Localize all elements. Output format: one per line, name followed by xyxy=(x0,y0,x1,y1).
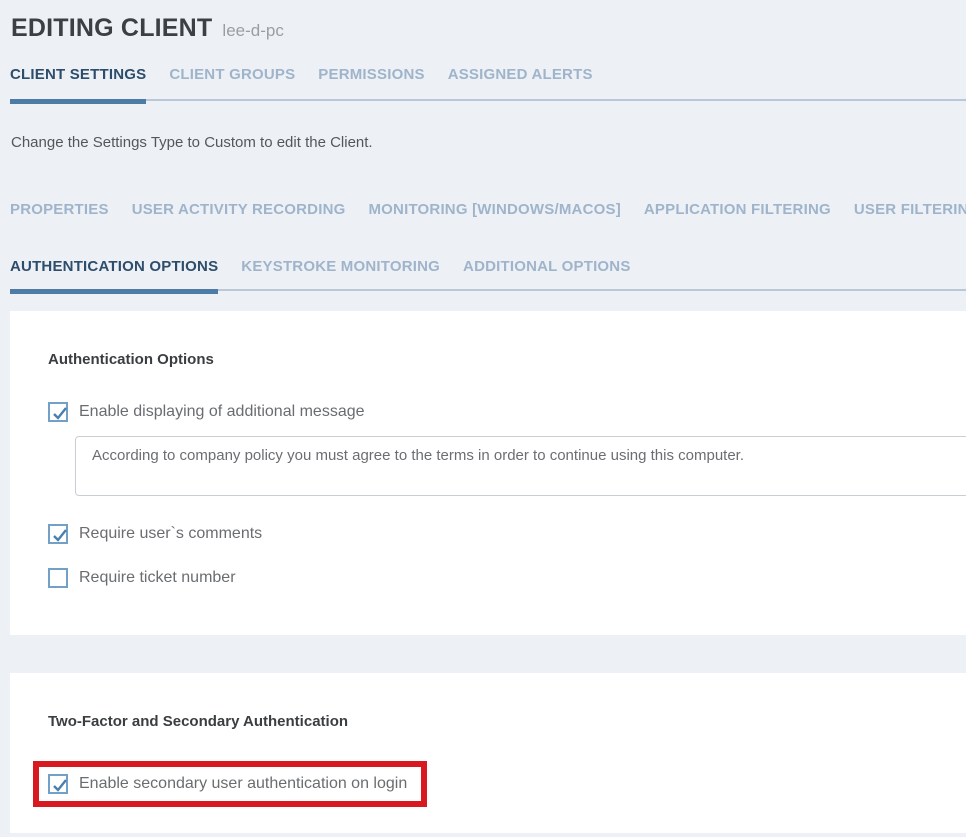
enable-additional-message-checkbox[interactable] xyxy=(48,402,68,422)
client-name: lee-d-pc xyxy=(222,21,283,41)
require-ticket-checkbox-row[interactable]: Require ticket number xyxy=(48,568,966,588)
authentication-options-panel: Authentication Options Enable displaying… xyxy=(10,311,966,635)
two-factor-panel: Two-Factor and Secondary Authentication … xyxy=(10,673,966,833)
additional-message-input[interactable]: According to company policy you must agr… xyxy=(75,436,966,496)
enable-secondary-auth-checkbox-row[interactable]: Enable secondary user authentication on … xyxy=(48,774,407,794)
tab-additional-options[interactable]: ADDITIONAL OPTIONS xyxy=(463,258,631,275)
enable-secondary-auth-label: Enable secondary user authentication on … xyxy=(79,775,407,793)
tab-user-activity-recording[interactable]: USER ACTIVITY RECORDING xyxy=(132,201,346,218)
highlight-rectangle: Enable secondary user authentication on … xyxy=(33,761,427,807)
tab-assigned-alerts[interactable]: ASSIGNED ALERTS xyxy=(448,66,593,83)
two-factor-heading: Two-Factor and Secondary Authentication xyxy=(48,713,966,730)
page-header: EDITING CLIENT lee-d-pc xyxy=(0,0,966,43)
tab-client-groups[interactable]: CLIENT GROUPS xyxy=(169,66,295,83)
enable-additional-message-checkbox-row[interactable]: Enable displaying of additional message xyxy=(48,402,966,422)
tab-application-filtering[interactable]: APPLICATION FILTERING xyxy=(644,201,831,218)
enable-additional-message-label: Enable displaying of additional message xyxy=(79,403,365,421)
main-tab-bar: CLIENT SETTINGS CLIENT GROUPS PERMISSION… xyxy=(10,66,966,101)
require-ticket-checkbox[interactable] xyxy=(48,568,68,588)
require-comments-label: Require user`s comments xyxy=(79,525,262,543)
tab-client-settings[interactable]: CLIENT SETTINGS xyxy=(10,66,146,83)
tab-properties[interactable]: PROPERTIES xyxy=(10,201,109,218)
settings-notice: Change the Settings Type to Custom to ed… xyxy=(11,134,966,151)
page-title: EDITING CLIENT xyxy=(11,14,212,43)
tab-authentication-options[interactable]: AUTHENTICATION OPTIONS xyxy=(10,258,218,275)
settings-tab-bar: PROPERTIES USER ACTIVITY RECORDING MONIT… xyxy=(10,201,966,218)
require-ticket-label: Require ticket number xyxy=(79,569,236,587)
tab-permissions[interactable]: PERMISSIONS xyxy=(318,66,424,83)
authentication-options-heading: Authentication Options xyxy=(48,351,966,368)
enable-secondary-auth-checkbox[interactable] xyxy=(48,774,68,794)
tab-keystroke-monitoring[interactable]: KEYSTROKE MONITORING xyxy=(241,258,440,275)
require-comments-checkbox[interactable] xyxy=(48,524,68,544)
tab-monitoring[interactable]: MONITORING [WINDOWS/MACOS] xyxy=(368,201,620,218)
sub-tab-bar: AUTHENTICATION OPTIONS KEYSTROKE MONITOR… xyxy=(10,258,966,291)
tab-user-filtering[interactable]: USER FILTERING xyxy=(854,201,966,218)
require-comments-checkbox-row[interactable]: Require user`s comments xyxy=(48,524,966,544)
